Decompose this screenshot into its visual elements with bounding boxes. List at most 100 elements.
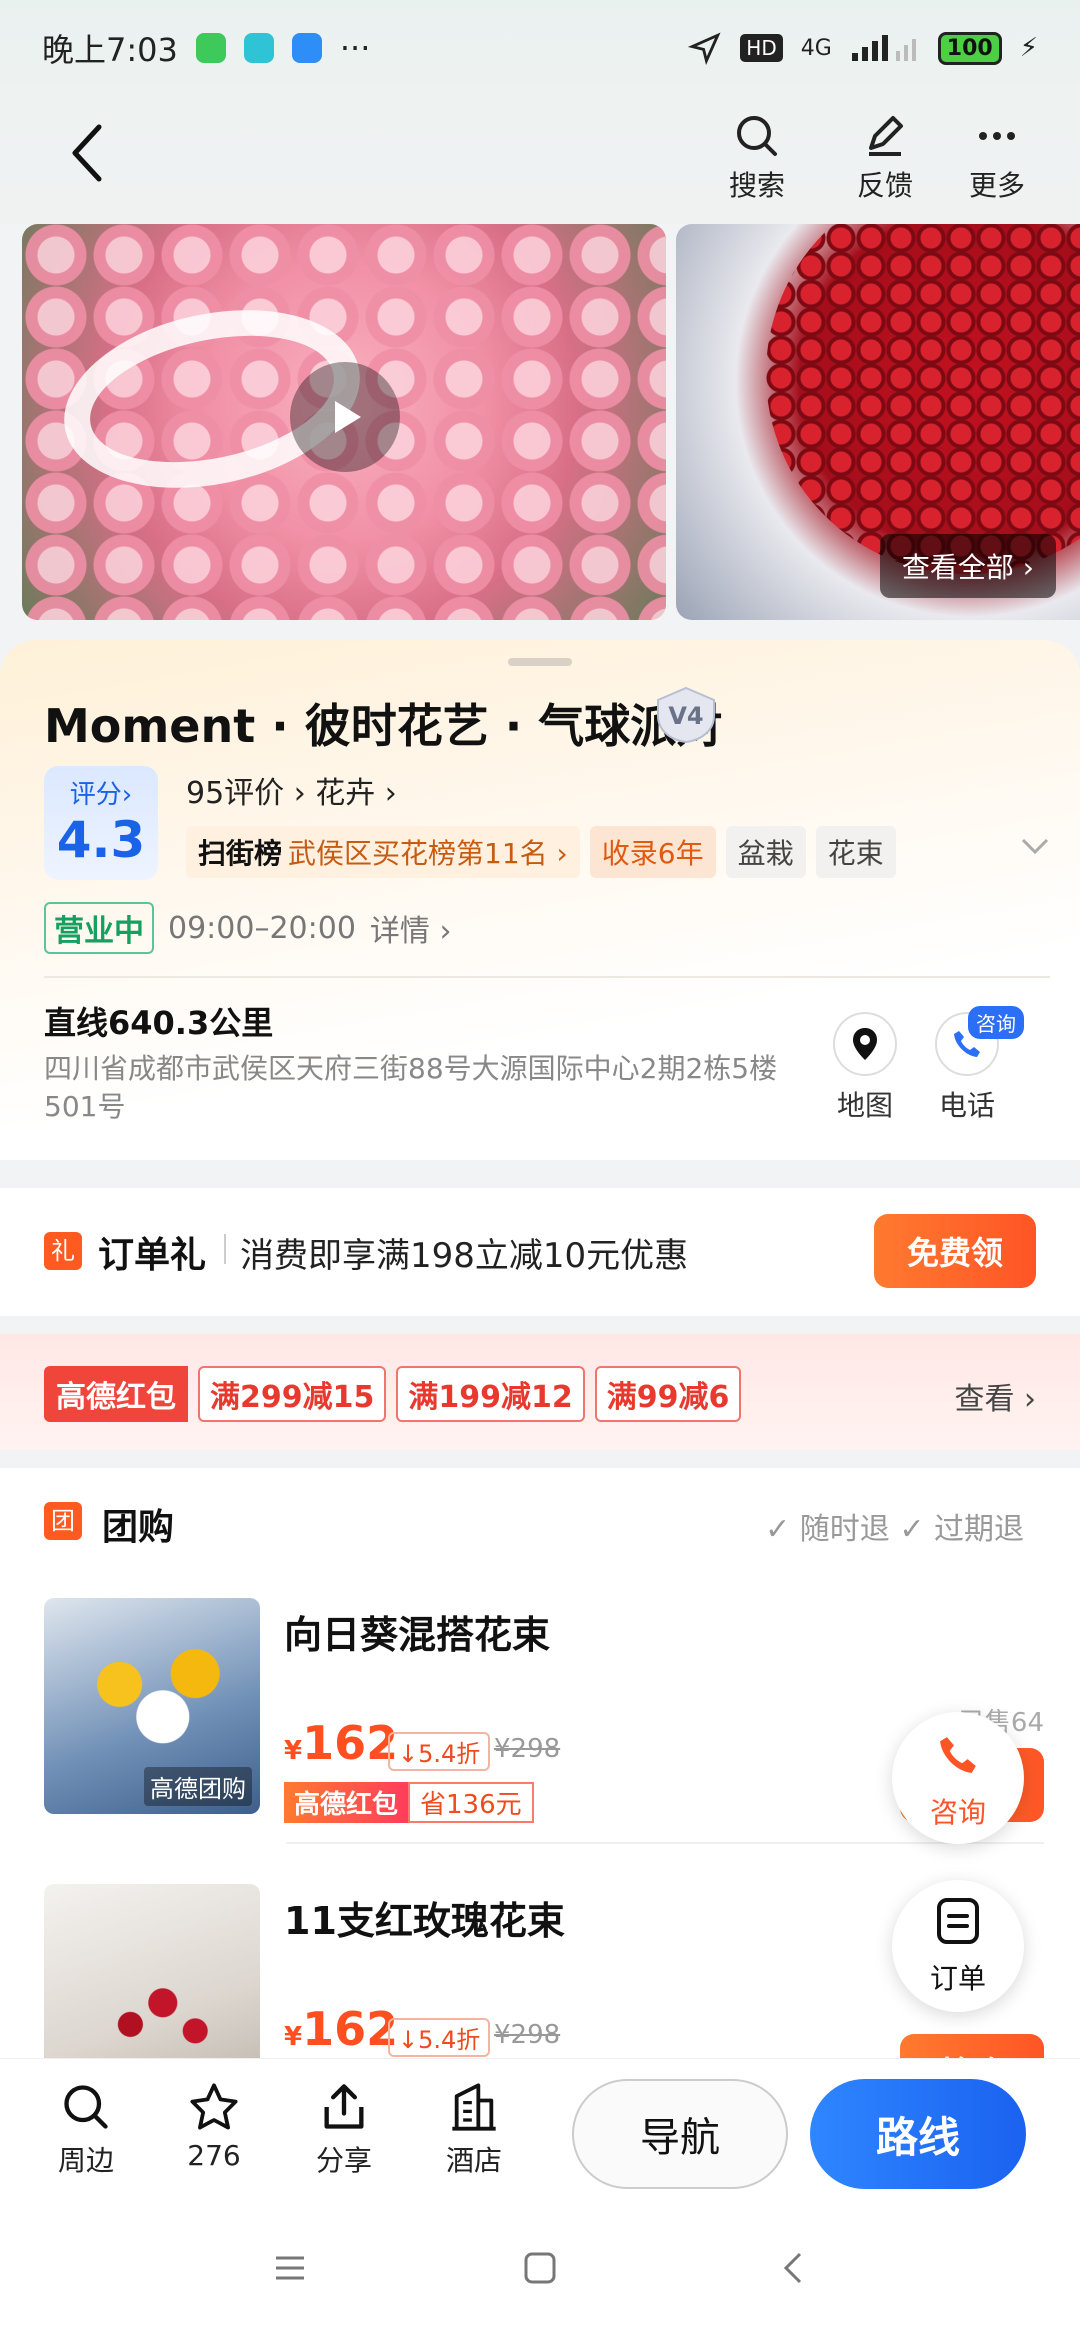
hd-icon: HD: [740, 34, 783, 62]
back-button[interactable]: [52, 118, 122, 188]
search-label: 搜索: [728, 169, 785, 202]
saving-amount: 省136元: [408, 1782, 534, 1823]
discount-badge: ↓5.4折: [388, 2018, 491, 2057]
consult-float-button[interactable]: 咨询: [892, 1712, 1024, 1844]
map-label: 地图: [836, 1089, 893, 1122]
group-title: 团购: [102, 1507, 175, 1548]
address-text[interactable]: 四川省成都市武侯区天府三街88号大源国际中心2期2栋5楼501号: [44, 1050, 814, 1126]
map-pin-icon: [853, 1028, 877, 1060]
share-label: 分享: [315, 2144, 372, 2177]
coupon-299-15: 满299减15: [198, 1366, 387, 1422]
video-thumbnail-pink-roses[interactable]: [22, 224, 666, 620]
group-icon: 团: [44, 1502, 82, 1540]
refund-policy: ✓ 随时退 ✓ 过期退: [765, 1512, 1024, 1547]
menu-icon[interactable]: [272, 2250, 308, 2286]
row-divider: [286, 1842, 1044, 1844]
reviews-category-link[interactable]: 95评价 › 花卉 ›: [186, 768, 397, 812]
pen-icon: [869, 116, 903, 156]
top-nav: 搜索 反馈 更多: [0, 96, 1080, 224]
original-price: ¥298: [494, 1734, 561, 1764]
location-arrow-icon: [688, 32, 721, 65]
play-icon: [335, 401, 361, 433]
route-button[interactable]: 路线: [810, 2079, 1026, 2189]
favorite-tab[interactable]: 276: [164, 2081, 264, 2172]
consult-badge: 咨询: [968, 1006, 1024, 1039]
home-icon[interactable]: [522, 2250, 558, 2286]
tag-potted: 盆栽: [725, 826, 806, 878]
price-value: 162: [302, 2002, 399, 2056]
separator: [224, 1234, 226, 1264]
deal-thumbnail-sunflower: 高德团购: [44, 1598, 260, 1814]
battery-icon: 100: [937, 31, 1002, 65]
status-bar: 晚上7:03 ··· HD 4G 100 ⚡: [0, 0, 1080, 96]
shop-info-card: Moment · 彼时花艺 · 气球派对 V4 评分› 4.3 95评价 › 花…: [0, 640, 1080, 1160]
chevron-down-icon[interactable]: [1020, 836, 1050, 856]
signal-icon: [851, 35, 916, 61]
drag-handle[interactable]: [508, 658, 572, 666]
v4-text: V4: [668, 702, 703, 730]
consult-label: 咨询: [929, 1796, 986, 1829]
nearby-label: 周边: [57, 2144, 114, 2177]
system-nav-bar: [0, 2210, 1080, 2340]
view-all-photos-button[interactable]: 查看全部 ›: [879, 534, 1056, 598]
coupon-199-12: 满199减12: [396, 1366, 585, 1422]
buy-button[interactable]: 抢购: [900, 2034, 1044, 2060]
score-box[interactable]: 评分› 4.3: [44, 766, 158, 880]
business-hours[interactable]: 营业中 09:00–20:00 详情 ›: [44, 902, 451, 954]
deal-caption: 高德团购: [144, 1767, 252, 1806]
hours-details-link[interactable]: 详情 ›: [370, 906, 452, 950]
search-button[interactable]: 搜索: [712, 112, 802, 204]
phone-button[interactable]: 电话 咨询: [912, 1006, 1024, 1124]
open-status-badge: 营业中: [44, 902, 154, 954]
photo-red-roses[interactable]: 查看全部 ›: [676, 224, 1080, 620]
app-icon-blue: [291, 33, 322, 63]
hotel-tab[interactable]: 酒店: [424, 2081, 524, 2179]
app-icon-green: [195, 33, 226, 63]
star-icon: [190, 2083, 238, 2130]
hotel-building-icon: [452, 2083, 496, 2131]
more-button[interactable]: 更多: [952, 112, 1042, 204]
distance-text: 直线640.3公里: [44, 1004, 274, 1042]
nearby-tab[interactable]: 周边: [36, 2081, 136, 2179]
favorite-count: 276: [187, 2139, 241, 2172]
feedback-label: 反馈: [856, 169, 913, 202]
app-icon-teal: [243, 33, 274, 63]
order-gift-banner: 礼 订单礼 消费即享满198立减10元优惠 免费领: [0, 1188, 1080, 1316]
tag-bouquet: 花束: [815, 826, 896, 878]
orders-label: 订单: [929, 1962, 986, 1995]
play-button[interactable]: [290, 362, 400, 472]
red-packet-banner[interactable]: 高德红包 满299减15 满199减12 满99减6 查看 ›: [0, 1334, 1080, 1450]
share-icon: [324, 2084, 364, 2129]
rank-tag[interactable]: 扫街榜 武侯区买花榜第11名 ›: [186, 826, 580, 878]
charging-icon: ⚡: [1019, 33, 1038, 63]
map-button[interactable]: 地图: [810, 1012, 920, 1124]
more-dots-icon: [979, 132, 1015, 140]
claim-free-button[interactable]: 免费领: [874, 1214, 1036, 1288]
back-icon[interactable]: [776, 2250, 812, 2286]
coupon-99-6: 满99减6: [594, 1366, 742, 1422]
order-list-icon: [937, 1898, 979, 1944]
photo-gallery[interactable]: 查看全部 ›: [22, 224, 1080, 620]
red-packet-saving: 高德红包 省136元: [284, 1782, 534, 1823]
share-tab[interactable]: 分享: [294, 2081, 394, 2179]
score-value: 4.3: [56, 811, 146, 869]
deal-thumbnail-red-roses: [44, 1884, 260, 2060]
view-packets-link[interactable]: 查看 ›: [954, 1374, 1036, 1418]
search-icon: [64, 2085, 108, 2129]
rank-text: 武侯区买花榜第11名 ›: [288, 837, 568, 870]
deal-price: ¥162: [284, 1716, 398, 1770]
hours-text: 09:00–20:00: [168, 910, 356, 946]
shop-name: Moment · 彼时花艺 · 气球派对: [44, 699, 723, 753]
score-label: 评分›: [69, 780, 133, 810]
feedback-button[interactable]: 反馈: [840, 112, 930, 204]
hotel-label: 酒店: [445, 2144, 502, 2177]
orders-float-button[interactable]: 订单: [892, 1880, 1024, 2012]
v4-badge-icon: V4: [657, 686, 715, 744]
network-label: 4G: [800, 35, 832, 61]
clock: 晚上7:03: [42, 31, 178, 69]
navigate-button[interactable]: 导航: [572, 2079, 788, 2189]
gift-description: 消费即享满198立减10元优惠: [240, 1236, 689, 1276]
gift-title: 订单礼: [98, 1235, 207, 1276]
discount-badge: ↓5.4折: [388, 1732, 491, 1771]
original-price: ¥298: [494, 2020, 561, 2050]
